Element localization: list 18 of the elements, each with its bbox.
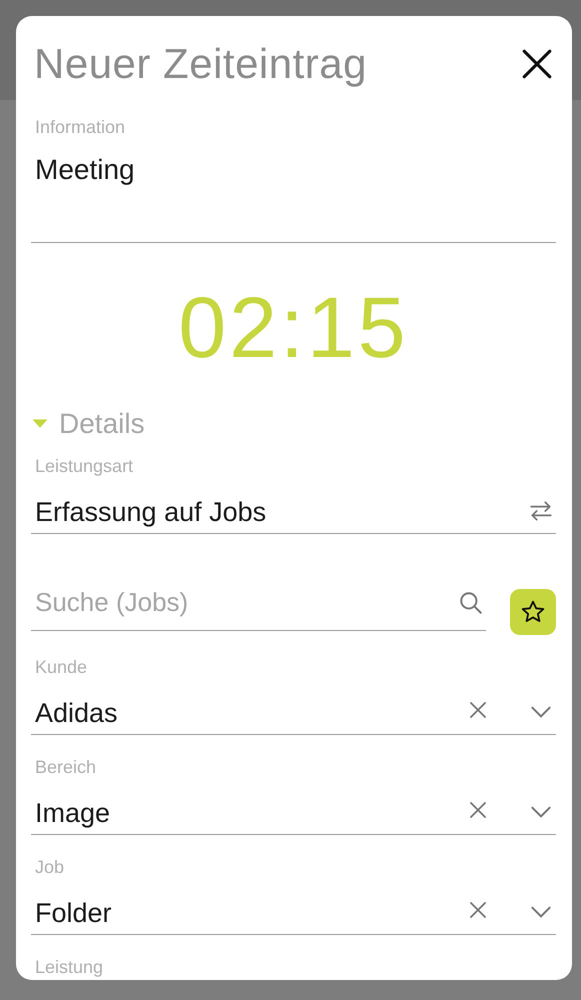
field-label: Leistung — [34, 956, 104, 979]
combo-field[interactable]: Image — [31, 779, 556, 835]
field-label: Kunde — [34, 656, 88, 679]
favorite-button[interactable] — [510, 589, 556, 635]
field-label: Job — [34, 856, 66, 879]
dialog-title: Neuer Zeiteintrag — [34, 39, 367, 89]
combo-field[interactable]: Folder — [31, 879, 556, 935]
field-label: Bereich — [34, 756, 98, 779]
select-field[interactable]: Erfassung auf Jobs — [31, 478, 556, 534]
close-icon[interactable] — [520, 47, 554, 81]
field-label: Leistungsart — [34, 455, 134, 478]
field-label: Information — [34, 116, 126, 139]
star-icon[interactable] — [520, 599, 546, 625]
combo-field[interactable]: Adidas — [31, 679, 556, 735]
search-field[interactable]: Suche (Jobs) — [35, 584, 335, 620]
text-area[interactable]: Meeting — [31, 139, 556, 243]
duration-display: 02:15 — [177, 279, 410, 378]
search-icon[interactable] — [458, 590, 484, 616]
